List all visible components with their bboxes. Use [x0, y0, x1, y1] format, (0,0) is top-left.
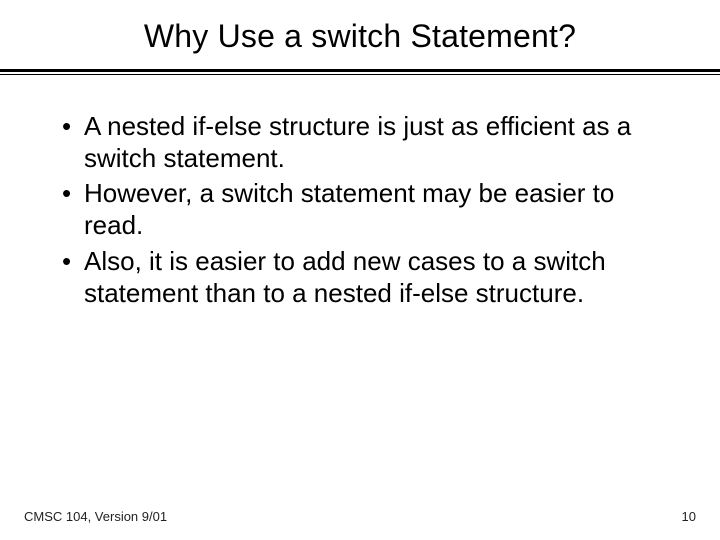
title-area: Why Use a switch Statement? — [0, 0, 720, 63]
divider-thick — [0, 69, 720, 72]
list-item: Also, it is easier to add new cases to a… — [60, 246, 660, 309]
footer-course: CMSC 104, Version 9/01 — [24, 509, 167, 524]
footer-page-no: 10 — [682, 509, 696, 524]
slide-footer: CMSC 104, Version 9/01 10 — [0, 509, 720, 524]
slide: Why Use a switch Statement? A nested if-… — [0, 0, 720, 540]
list-item: A nested if-else structure is just as ef… — [60, 111, 660, 174]
slide-title: Why Use a switch Statement? — [40, 18, 680, 55]
bullet-list: A nested if-else structure is just as ef… — [60, 111, 660, 309]
list-item: However, a switch statement may be easie… — [60, 178, 660, 241]
slide-body: A nested if-else structure is just as ef… — [0, 75, 720, 309]
